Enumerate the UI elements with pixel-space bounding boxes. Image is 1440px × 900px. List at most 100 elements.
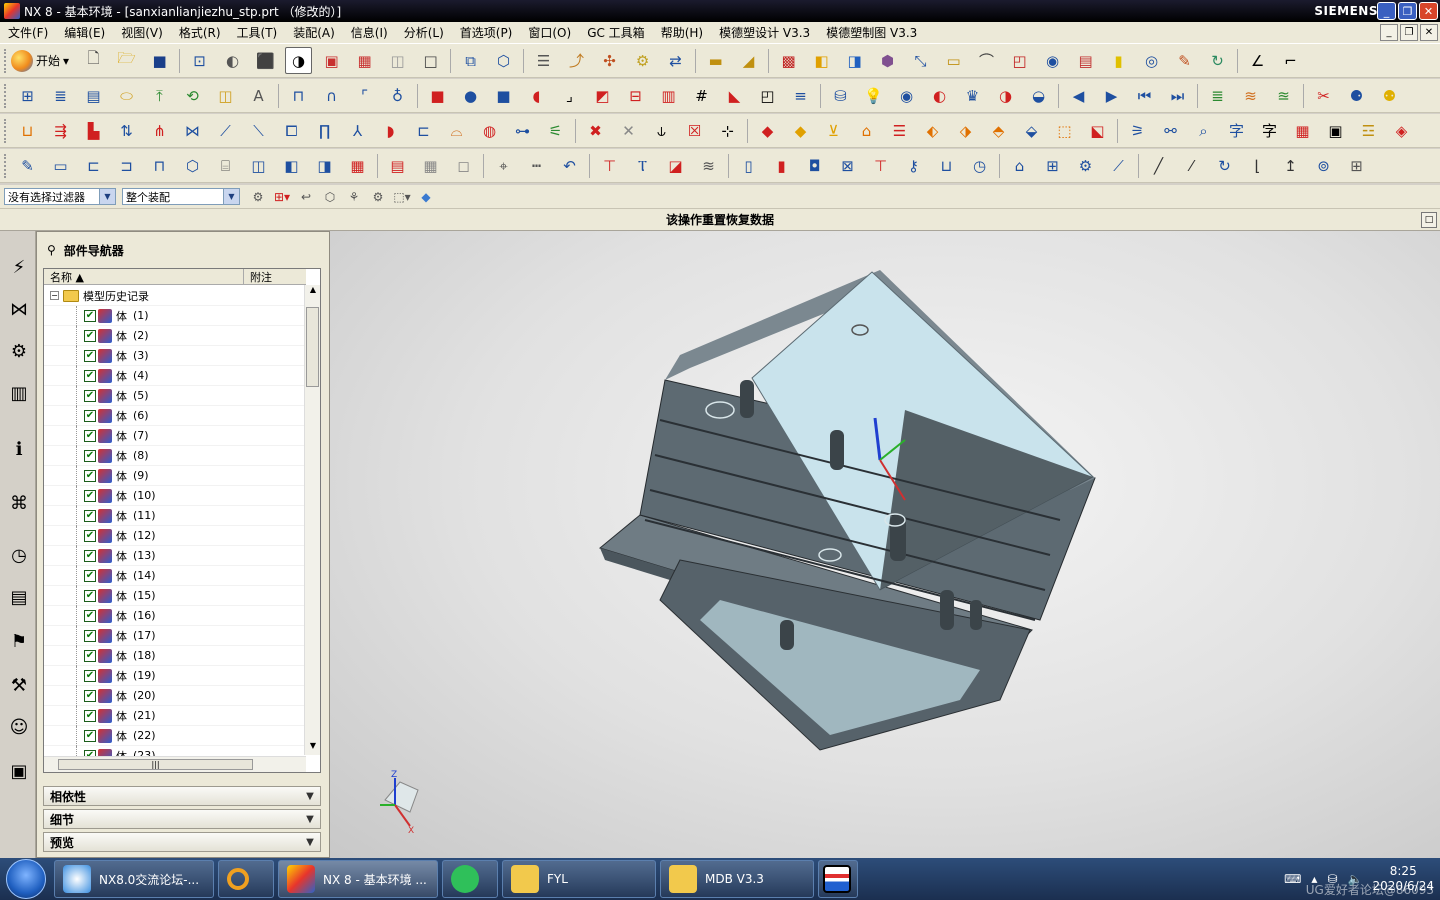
horizontal-scrollbar[interactable]: ||| <box>44 756 306 772</box>
window-icon[interactable]: ▤ <box>384 152 411 179</box>
red-frame-icon[interactable]: ◪ <box>662 152 689 179</box>
mold-assembly-model[interactable]: Z X <box>330 231 1440 858</box>
column-icon[interactable]: Ⲧ <box>629 152 656 179</box>
bucket-icon[interactable]: ⊻ <box>820 117 847 144</box>
tree-item-body[interactable]: ✔ 体 (10) <box>44 486 304 506</box>
pin-icon[interactable]: ⚲ <box>47 243 56 257</box>
menu-file[interactable]: 文件(F) <box>0 22 56 44</box>
dash-slash-icon[interactable]: ⁄ <box>1178 152 1205 179</box>
tree-item-body[interactable]: ✔ 体 (4) <box>44 366 304 386</box>
open-folder-icon[interactable]: 🗁 <box>113 47 140 74</box>
menu-information[interactable]: 信息(I) <box>343 22 396 44</box>
system-scenes-tab[interactable]: ⚒ <box>5 667 33 703</box>
task-browser[interactable]: NX8.0交流论坛-... <box>54 860 214 898</box>
lasso-icon[interactable]: ⊚ <box>1310 152 1337 179</box>
undo-select-icon[interactable]: ↩ <box>296 188 316 206</box>
grid-b-icon[interactable]: ▦ <box>417 152 444 179</box>
ejector-pin-icon[interactable]: ⇶ <box>47 117 74 144</box>
col-header-name[interactable]: 名称 ▲ <box>44 269 244 284</box>
corner-feature-icon[interactable]: ⌜ <box>351 82 378 109</box>
history-tab[interactable]: ◷ <box>5 537 33 573</box>
navigator-tree[interactable]: 名称 ▲ 附注 − 模型历史记录 ✔ 体 (1) ✔ 体 (2) ✔ 体 (3) ✔ 体 (4) ✔ 体 (… <box>43 268 321 773</box>
frame-b-icon[interactable]: ◫ <box>245 152 272 179</box>
menu-assemblies[interactable]: 装配(A) <box>285 22 343 44</box>
section-dependencies[interactable]: 相依性 ▼ <box>43 786 321 806</box>
cube-b-icon[interactable]: ⬗ <box>952 117 979 144</box>
lifter-icon[interactable]: ⋔ <box>146 117 173 144</box>
visibility-checkbox[interactable]: ✔ <box>84 469 96 482</box>
shaded-with-edges-icon[interactable]: ◑ <box>285 47 313 74</box>
type-filter-select[interactable]: 没有选择过滤器 ▼ <box>4 188 116 205</box>
visibility-checkbox[interactable]: ✔ <box>84 369 96 382</box>
insert-icon[interactable]: ◉ <box>1039 47 1066 74</box>
rotate-b-icon[interactable]: ↻ <box>1211 152 1238 179</box>
table-icon[interactable]: ▤ <box>80 82 107 109</box>
toolbar-grip[interactable] <box>4 118 7 143</box>
sprue-bush-icon[interactable]: ⌓ <box>443 117 470 144</box>
eraser-icon[interactable]: ⬭ <box>113 82 140 109</box>
tree-item-body[interactable]: ✔ 体 (21) <box>44 706 304 726</box>
tree-item-body[interactable]: ✔ 体 (20) <box>44 686 304 706</box>
menu-gc-toolkit[interactable]: GC 工具箱 <box>579 22 653 44</box>
select-tool-b-icon[interactable]: ⚙ <box>368 188 388 206</box>
draft-analysis-icon[interactable]: ◢ <box>735 47 762 74</box>
toolbar-grip[interactable] <box>4 153 7 178</box>
blue-ball-icon[interactable]: ⚈ <box>1343 82 1370 109</box>
mold-part-icon[interactable]: ◧ <box>808 47 835 74</box>
col-header-note[interactable]: 附注 <box>244 269 272 284</box>
graphics-window[interactable]: Z X <box>330 231 1440 858</box>
reuse-library-tab[interactable]: ▥ <box>5 375 33 411</box>
bracket-icon[interactable]: ⊏ <box>410 117 437 144</box>
tree-item-body[interactable]: ✔ 体 (18) <box>44 646 304 666</box>
red-cube-icon[interactable]: ▣ <box>318 47 345 74</box>
filter-gear-icon[interactable]: ⚙ <box>248 188 268 206</box>
rotate-icon[interactable]: ↻ <box>1204 47 1231 74</box>
restore-button[interactable]: ❐ <box>1398 2 1417 20</box>
electrode-icon[interactable]: ▤ <box>1072 47 1099 74</box>
stack-gold-icon[interactable]: ☲ <box>1355 117 1382 144</box>
tree-item-body[interactable]: ✔ 体 (22) <box>44 726 304 746</box>
menu-mold-design[interactable]: 模德塑设计 V3.3 <box>711 22 818 44</box>
task-app[interactable] <box>818 860 858 898</box>
mold-wizard-icon[interactable]: ▩ <box>775 47 802 74</box>
cube-red-end-icon[interactable]: ◈ <box>1388 117 1415 144</box>
tree-item-body[interactable]: ✔ 体 (14) <box>44 566 304 586</box>
stack-red-icon[interactable]: ☰ <box>886 117 913 144</box>
snap-point-icon[interactable]: ✣ <box>596 47 623 74</box>
elbow-icon[interactable]: ⌊ <box>1244 152 1271 179</box>
visibility-checkbox[interactable]: ✔ <box>84 609 96 622</box>
arch-icon[interactable]: ∩ <box>318 82 345 109</box>
spring-coil-icon[interactable]: ≋ <box>695 152 722 179</box>
tree-item-body[interactable]: ✔ 体 (6) <box>44 406 304 426</box>
stack-orange-icon[interactable]: ≋ <box>1237 82 1264 109</box>
plate-a-icon[interactable]: ⊏ <box>80 152 107 179</box>
cross-plate-icon[interactable]: ⊠ <box>834 152 861 179</box>
first-icon[interactable]: ⏮ <box>1131 82 1158 109</box>
visibility-checkbox[interactable]: ✔ <box>84 429 96 442</box>
crosshair-icon[interactable]: ⌖ <box>490 152 517 179</box>
cue-maximize-button[interactable]: □ <box>1421 212 1437 228</box>
menu-help[interactable]: 帮助(H) <box>653 22 711 44</box>
vector-icon[interactable]: ⟋ <box>1105 152 1132 179</box>
ejector-icon[interactable]: ⌒ <box>973 47 1000 74</box>
visibility-checkbox[interactable]: ✔ <box>84 689 96 702</box>
lamp-icon[interactable]: ♛ <box>959 82 986 109</box>
chevron-down-icon[interactable]: ▼ <box>302 811 318 827</box>
new-file-icon[interactable]: 🗋 <box>80 47 107 74</box>
box-tool-icon[interactable]: ⧠ <box>278 117 305 144</box>
menu-window[interactable]: 窗口(O) <box>520 22 579 44</box>
pipe-icon[interactable]: ⊶ <box>509 117 536 144</box>
scroll-down-icon[interactable]: ▼ <box>305 741 320 755</box>
blend-icon[interactable]: ◖ <box>523 82 550 109</box>
tee-icon[interactable]: ⊤ <box>867 152 894 179</box>
chevron-down-icon[interactable]: ▼ <box>302 788 318 804</box>
task-wechat[interactable] <box>442 860 498 898</box>
revolve-icon[interactable]: ⟲ <box>179 82 206 109</box>
grid-icon[interactable]: # <box>688 82 715 109</box>
sprue-icon[interactable]: ⇅ <box>113 117 140 144</box>
slide-icon[interactable]: ⋈ <box>179 117 206 144</box>
background-icon[interactable]: □ <box>417 47 444 74</box>
step-icon[interactable]: ⊔ <box>933 152 960 179</box>
zoom-icon[interactable]: ⌕ <box>1190 117 1217 144</box>
target-icon[interactable]: ◉ <box>893 82 920 109</box>
